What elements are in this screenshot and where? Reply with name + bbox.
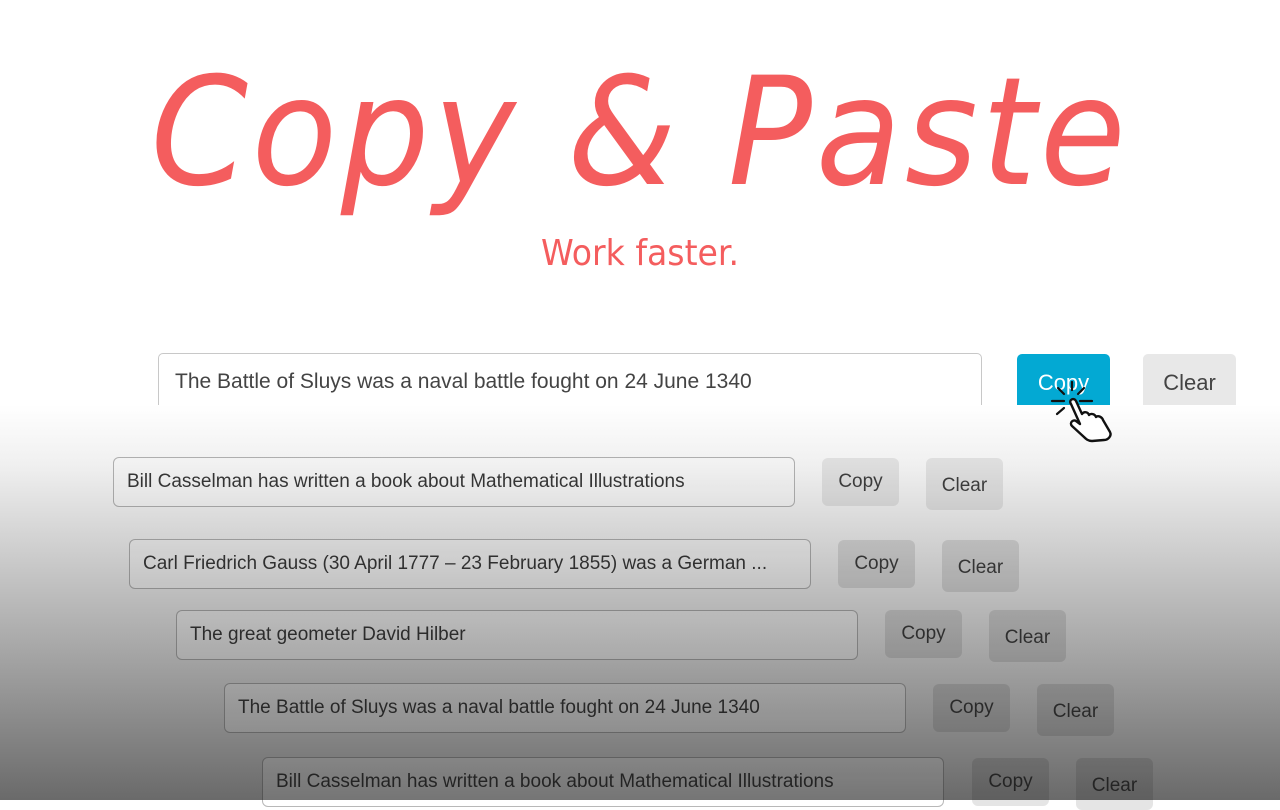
history-item-text[interactable]: The great geometer David Hilber: [176, 610, 858, 660]
history-clear-button[interactable]: Clear: [1076, 758, 1153, 810]
hero-subtitle: Work faster.: [540, 233, 740, 274]
history-copy-button[interactable]: Copy: [885, 610, 962, 658]
main-clear-button[interactable]: Clear: [1143, 354, 1236, 411]
history-clear-button[interactable]: Clear: [1037, 684, 1114, 736]
history-item-text[interactable]: Carl Friedrich Gauss (30 April 1777 – 23…: [129, 539, 811, 589]
history-clear-button[interactable]: Clear: [989, 610, 1066, 662]
history-clear-button[interactable]: Clear: [942, 540, 1019, 592]
history-copy-button[interactable]: Copy: [972, 758, 1049, 806]
main-copy-button[interactable]: Copy: [1017, 354, 1110, 411]
history-item-text[interactable]: Bill Casselman has written a book about …: [113, 457, 795, 507]
history-clear-button[interactable]: Clear: [926, 458, 1003, 510]
main-text-input[interactable]: The Battle of Sluys was a naval battle f…: [158, 353, 982, 411]
history-copy-button[interactable]: Copy: [933, 684, 1010, 732]
hero-title: Copy & Paste: [150, 46, 1130, 220]
history-copy-button[interactable]: Copy: [838, 540, 915, 588]
history-copy-button[interactable]: Copy: [822, 458, 899, 506]
history-item-text[interactable]: The Battle of Sluys was a naval battle f…: [224, 683, 906, 733]
